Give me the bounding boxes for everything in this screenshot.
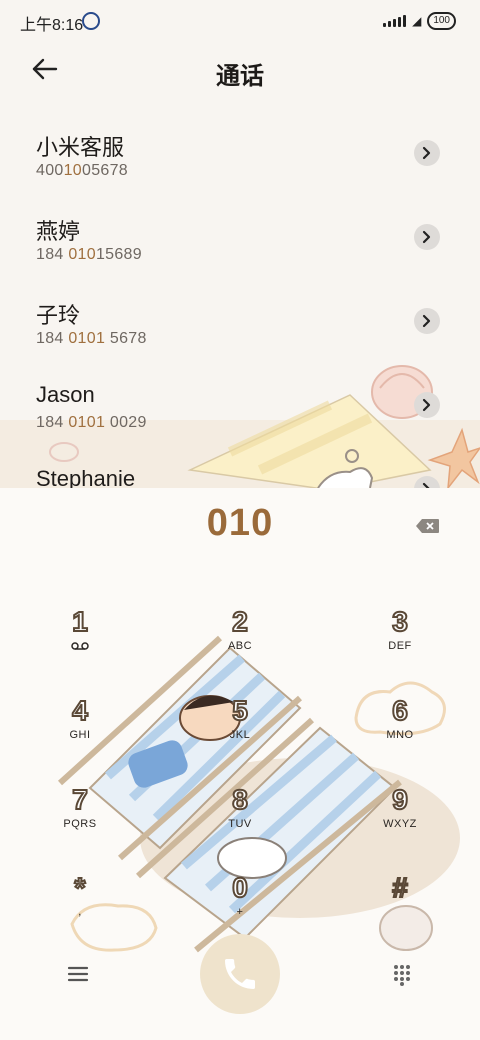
key-star[interactable]: * , [30, 871, 130, 942]
contact-number: 184 0101 5678 [36, 330, 147, 347]
key-6[interactable]: 6 MNO [350, 694, 450, 765]
chevron-right-icon [422, 146, 431, 160]
contact-detail-button[interactable] [414, 308, 440, 334]
key-digit: 8 [231, 783, 249, 816]
key-digit: 2 [231, 605, 249, 638]
key-letters: + [236, 906, 244, 918]
chevron-right-icon [422, 398, 431, 412]
call-button[interactable] [200, 934, 280, 1014]
key-letters: DEF [388, 640, 412, 652]
contact-detail-button[interactable] [414, 224, 440, 250]
contact-name: Jason [36, 382, 95, 407]
sync-icon [82, 12, 100, 30]
chevron-right-icon [422, 314, 431, 328]
key-hash[interactable]: # [350, 871, 450, 942]
contact-number: 184 0101 0029 [36, 414, 147, 431]
key-letters: JKL [229, 729, 251, 741]
signal-icon [383, 15, 407, 27]
contact-number: 4001005678 [36, 162, 129, 179]
key-1[interactable]: 1 [30, 605, 130, 676]
status-time: 上午8:16 [20, 17, 84, 34]
key-digit: 4 [71, 694, 89, 727]
contact-name: 小米客服 [36, 135, 125, 160]
key-digit: 9 [391, 783, 409, 816]
voicemail-icon [71, 642, 89, 650]
key-digit: * [74, 871, 87, 904]
status-icons: ◢ 100 [383, 12, 456, 30]
key-digit: 6 [391, 694, 409, 727]
contact-detail-button[interactable] [414, 476, 440, 488]
contact-item[interactable]: 小米客服 4001005678 [0, 118, 480, 202]
key-digit: 1 [71, 605, 89, 638]
key-digit: # [391, 871, 409, 904]
key-digit: 3 [391, 605, 409, 638]
chevron-right-icon [422, 230, 431, 244]
wifi-icon: ◢ [412, 14, 422, 28]
contact-detail-button[interactable] [414, 140, 440, 166]
key-letters: ABC [227, 640, 253, 652]
battery-indicator: 100 [427, 12, 456, 30]
key-2[interactable]: 2 ABC [190, 605, 290, 676]
key-letters: GHI [69, 729, 91, 741]
key-letters: TUV [228, 818, 252, 830]
contact-name: 子玲 [36, 303, 81, 328]
key-letters: PQRS [63, 818, 97, 830]
key-0[interactable]: 0 + [190, 871, 290, 942]
phone-icon [225, 959, 255, 989]
chevron-right-icon [422, 482, 430, 488]
key-5[interactable]: 5 JKL [190, 694, 290, 765]
dialpad-icon[interactable] [392, 964, 412, 986]
status-bar: 上午8:16 ◢ 100 [0, 0, 480, 40]
key-8[interactable]: 8 TUV [190, 783, 290, 854]
contact-item[interactable]: Jason 184 0101 0029 [0, 370, 480, 454]
contact-suggestions-list: 小米客服 4001005678 燕婷 184 01015689 子玲 184 0… [0, 118, 480, 488]
contact-name: Stephanie [36, 466, 136, 488]
key-3[interactable]: 3 DEF [350, 605, 450, 676]
key-4[interactable]: 4 GHI [30, 694, 130, 765]
contact-item[interactable]: Stephanie [0, 454, 480, 488]
contact-name: 燕婷 [36, 219, 81, 244]
key-digit: 5 [231, 694, 249, 727]
contact-detail-button[interactable] [414, 392, 440, 418]
contact-item[interactable]: 子玲 184 0101 5678 [0, 286, 480, 370]
menu-icon[interactable] [66, 964, 90, 984]
key-letters: MNO [386, 729, 414, 741]
key-digit: 7 [71, 783, 89, 816]
key-digit: 0 [231, 871, 249, 904]
key-letters: , [78, 906, 82, 918]
key-letters: WXYZ [383, 818, 417, 830]
key-7[interactable]: 7 PQRS [30, 783, 130, 854]
key-9[interactable]: 9 WXYZ [350, 783, 450, 854]
backspace-icon[interactable] [416, 518, 440, 534]
contact-number: 184 01015689 [36, 246, 142, 263]
page-title: 通话 [216, 63, 264, 90]
dialed-number: 010 [206, 502, 274, 544]
contact-item[interactable]: 燕婷 184 01015689 [0, 202, 480, 286]
